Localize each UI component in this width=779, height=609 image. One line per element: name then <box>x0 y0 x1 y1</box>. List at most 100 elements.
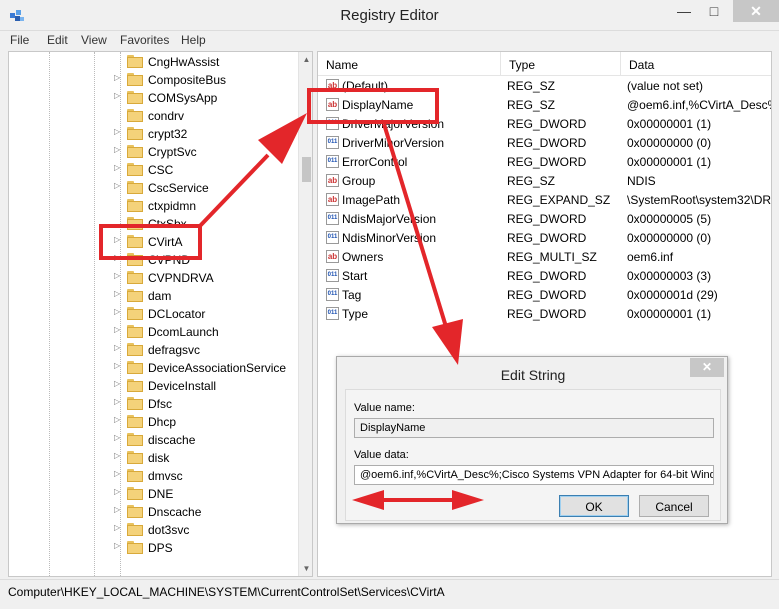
value-row[interactable]: 011 Type REG_DWORD 0x00000001 (1) <box>318 304 771 323</box>
tree-item[interactable]: condrv <box>9 107 299 125</box>
value-row[interactable]: ab Group REG_SZ NDIS <box>318 171 771 190</box>
expand-icon[interactable]: ▷ <box>114 181 120 190</box>
menu-edit[interactable]: Edit <box>47 33 68 47</box>
expand-icon[interactable]: ▷ <box>114 433 120 442</box>
value-data: \SystemRoot\system32\DR <box>627 193 772 207</box>
tree-item[interactable]: ▷ dam <box>9 287 299 305</box>
tree-item[interactable]: ▷ CscService <box>9 179 299 197</box>
tree-item[interactable]: ▷ CSC <box>9 161 299 179</box>
value-name: NdisMajorVersion <box>342 212 437 226</box>
value-name: Tag <box>342 288 362 302</box>
value-type: REG_SZ <box>507 174 556 188</box>
expand-icon[interactable]: ▷ <box>114 127 120 136</box>
scroll-down-icon[interactable]: ▼ <box>299 561 312 576</box>
tree-item-label: CryptSvc <box>148 145 197 159</box>
tree-item-label: COMSysApp <box>148 91 218 105</box>
folder-icon <box>127 181 143 194</box>
scroll-up-icon[interactable]: ▲ <box>299 52 312 67</box>
tree-item[interactable]: ▷ DPS <box>9 539 299 557</box>
tree-item[interactable]: ▷ DCLocator <box>9 305 299 323</box>
expand-icon[interactable]: ▷ <box>114 361 120 370</box>
tree-item[interactable]: ▷ CVPNDRVA <box>9 269 299 287</box>
value-row[interactable]: 011 Start REG_DWORD 0x00000003 (3) <box>318 266 771 285</box>
expand-icon[interactable]: ▷ <box>114 469 120 478</box>
ok-button[interactable]: OK <box>559 495 629 517</box>
annotation-highlight-cvirta <box>99 224 202 260</box>
value-name-field[interactable]: DisplayName <box>354 418 714 438</box>
value-row[interactable]: ab ImagePath REG_EXPAND_SZ \SystemRoot\syst… <box>318 190 772 209</box>
value-row[interactable]: 011 DriverMinorVersion REG_DWORD 0x00000000… <box>318 133 771 152</box>
column-header-data[interactable]: Data <box>621 52 771 76</box>
expand-icon[interactable]: ▷ <box>114 397 120 406</box>
tree-item[interactable]: ▷ DNE <box>9 485 299 503</box>
folder-icon <box>127 523 143 536</box>
menu-view[interactable]: View <box>81 33 107 47</box>
string-value-icon: ab <box>326 250 339 263</box>
minimize-button[interactable]: — <box>670 0 698 22</box>
tree-item-label: dmvsc <box>148 469 183 483</box>
tree-item[interactable]: ▷ dot3svc <box>9 521 299 539</box>
registry-tree[interactable]: CngHwAssist ▷ CompositeBus ▷ COMSysApp condrv… <box>8 51 313 577</box>
dialog-close-button[interactable]: ✕ <box>690 358 724 377</box>
expand-icon[interactable]: ▷ <box>114 73 120 82</box>
dialog-body: Value name: DisplayName Value data: @oem… <box>345 389 721 521</box>
tree-item-label: DNE <box>148 487 174 501</box>
expand-icon[interactable]: ▷ <box>114 505 120 514</box>
expand-icon[interactable]: ▷ <box>114 541 120 550</box>
tree-item[interactable]: ▷ Dhcp <box>9 413 299 431</box>
cancel-button[interactable]: Cancel <box>639 495 709 517</box>
expand-icon[interactable]: ▷ <box>114 343 120 352</box>
value-row[interactable]: 011 NdisMajorVersion REG_DWORD 0x00000005 (… <box>318 209 771 228</box>
close-button[interactable]: ✕ <box>733 0 779 22</box>
expand-icon[interactable]: ▷ <box>114 271 120 280</box>
value-data: NDIS <box>627 174 656 188</box>
string-value-icon: ab <box>326 193 339 206</box>
value-row[interactable]: ab Owners REG_MULTI_SZ oem6.inf <box>318 247 771 266</box>
column-header-type[interactable]: Type <box>501 52 621 76</box>
string-value-icon: ab <box>326 174 339 187</box>
tree-item[interactable]: ▷ COMSysApp <box>9 89 299 107</box>
folder-icon <box>127 55 143 68</box>
tree-item[interactable]: ▷ DeviceInstall <box>9 377 299 395</box>
menu-favorites[interactable]: Favorites <box>120 33 169 47</box>
expand-icon[interactable]: ▷ <box>114 307 120 316</box>
value-row[interactable]: 011 Tag REG_DWORD 0x0000001d (29) <box>318 285 771 304</box>
maximize-button[interactable]: □ <box>700 0 728 22</box>
expand-icon[interactable]: ▷ <box>114 289 120 298</box>
expand-icon[interactable]: ▷ <box>114 451 120 460</box>
tree-item-label: dot3svc <box>148 523 190 537</box>
tree-item[interactable]: ▷ dmvsc <box>9 467 299 485</box>
expand-icon[interactable]: ▷ <box>114 379 120 388</box>
value-name: Type <box>342 307 369 321</box>
expand-icon[interactable]: ▷ <box>114 487 120 496</box>
value-row[interactable]: 011 NdisMinorVersion REG_DWORD 0x00000000 (… <box>318 228 771 247</box>
tree-item[interactable]: ▷ CryptSvc <box>9 143 299 161</box>
tree-item[interactable]: ▷ defragsvc <box>9 341 299 359</box>
tree-item[interactable]: ▷ DcomLaunch <box>9 323 299 341</box>
tree-item[interactable]: ▷ CompositeBus <box>9 71 299 89</box>
expand-icon[interactable]: ▷ <box>114 523 120 532</box>
tree-item[interactable]: ▷ Dfsc <box>9 395 299 413</box>
expand-icon[interactable]: ▷ <box>114 325 120 334</box>
scroll-thumb[interactable] <box>302 157 311 182</box>
menu-help[interactable]: Help <box>181 33 206 47</box>
tree-item[interactable]: ▷ disk <box>9 449 299 467</box>
tree-item[interactable]: ▷ Dnscache <box>9 503 299 521</box>
expand-icon[interactable]: ▷ <box>114 415 120 424</box>
tree-item-label: DcomLaunch <box>148 325 219 339</box>
expand-icon[interactable]: ▷ <box>114 91 120 100</box>
value-row[interactable]: 011 ErrorControl REG_DWORD 0x00000001 (1) <box>318 152 771 171</box>
value-type: REG_DWORD <box>507 269 587 283</box>
tree-item[interactable]: CngHwAssist <box>9 53 299 71</box>
menu-file[interactable]: File <box>10 33 29 47</box>
tree-item[interactable]: ▷ discache <box>9 431 299 449</box>
tree-item[interactable]: ▷ crypt32 <box>9 125 299 143</box>
column-header-name[interactable]: Name <box>318 52 501 76</box>
expand-icon[interactable]: ▷ <box>114 163 120 172</box>
value-data-field[interactable]: @oem6.inf,%CVirtA_Desc%;Cisco Systems VP… <box>354 465 714 485</box>
tree-scrollbar[interactable]: ▲ ▼ <box>298 52 312 576</box>
value-data: @oem6.inf,%CVirtA_Desc%; <box>627 98 772 112</box>
tree-item[interactable]: ▷ DeviceAssociationService <box>9 359 299 377</box>
expand-icon[interactable]: ▷ <box>114 145 120 154</box>
tree-item[interactable]: ctxpidmn <box>9 197 299 215</box>
